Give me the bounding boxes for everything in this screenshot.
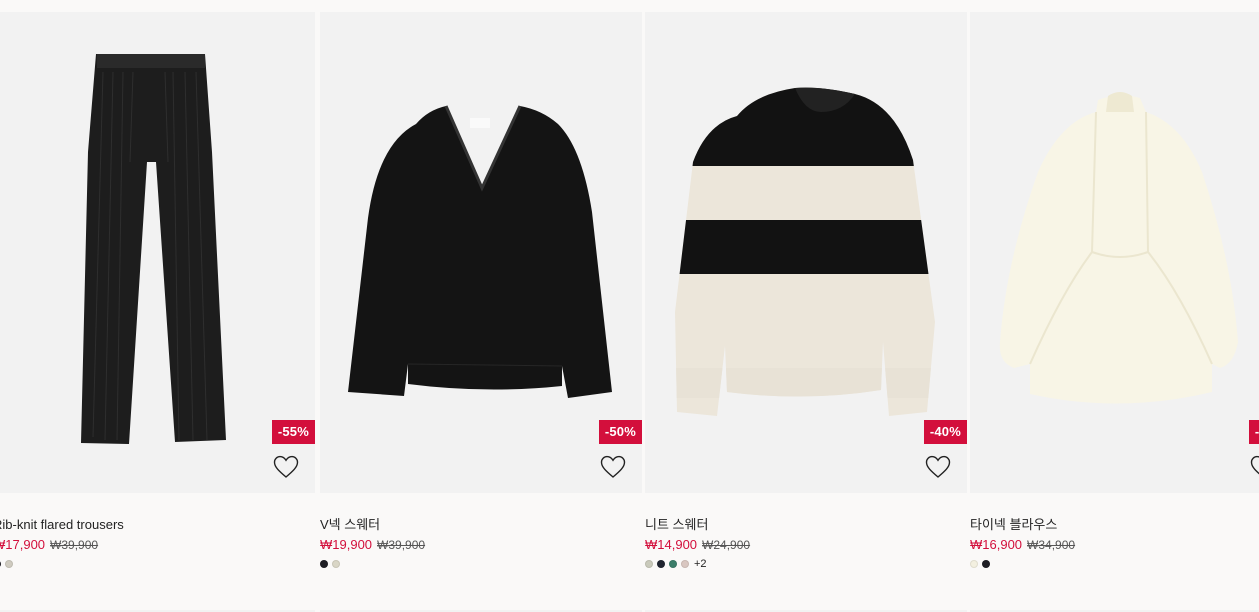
product-image-blouse xyxy=(999,92,1238,404)
product-card[interactable]: -50% V넥 스웨터 ₩19,900 ₩39,900 xyxy=(320,12,642,602)
original-price: ₩39,900 xyxy=(50,538,99,552)
discount-badge: -40% xyxy=(923,420,967,444)
product-card[interactable]: -52% 타이넥 블라우스 ₩16,900 ₩34,900 xyxy=(970,12,1259,602)
discount-badge: -55% xyxy=(271,420,315,444)
more-colors-count: +2 xyxy=(694,558,707,570)
discount-badge: -52% xyxy=(1248,420,1259,444)
price-row: ₩17,900 ₩39,900 xyxy=(0,537,315,553)
price-row: ₩19,900 ₩39,900 xyxy=(320,537,642,553)
product-info: 타이넥 블라우스 ₩16,900 ₩34,900 xyxy=(970,517,1259,569)
product-info: 니트 스웨터 ₩14,900 ₩24,900 +2 xyxy=(645,517,967,570)
sale-price: ₩19,900 xyxy=(320,537,373,552)
product-image-trousers xyxy=(81,54,226,444)
product-image[interactable]: -52% xyxy=(970,12,1259,493)
color-swatch[interactable] xyxy=(0,560,1,568)
product-title[interactable]: 타이넥 블라우스 xyxy=(970,517,1259,533)
product-title[interactable]: Rib-knit flared trousers xyxy=(0,517,315,533)
original-price: ₩34,900 xyxy=(1027,538,1076,552)
heart-outline-icon[interactable] xyxy=(925,455,951,479)
product-title[interactable]: 니트 스웨터 xyxy=(645,517,967,533)
product-image[interactable]: -55% xyxy=(0,12,315,493)
product-info: Rib-knit flared trousers ₩17,900 ₩39,900 xyxy=(0,517,315,569)
color-swatches xyxy=(320,559,642,569)
color-swatches: +2 xyxy=(645,558,967,570)
color-swatch[interactable] xyxy=(320,560,328,568)
product-card[interactable]: -40% 니트 스웨터 ₩14,900 ₩24,900 +2 xyxy=(645,12,967,602)
product-image-vneck-sweater xyxy=(348,105,612,398)
original-price: ₩39,900 xyxy=(377,538,426,552)
color-swatch[interactable] xyxy=(332,560,340,568)
sale-price: ₩17,900 xyxy=(0,537,46,552)
heart-outline-icon[interactable] xyxy=(1250,455,1259,479)
color-swatch[interactable] xyxy=(970,560,978,568)
color-swatches xyxy=(970,559,1259,569)
product-image[interactable]: -50% xyxy=(320,12,642,493)
heart-outline-icon[interactable] xyxy=(273,455,299,479)
color-swatch[interactable] xyxy=(681,560,689,568)
color-swatch[interactable] xyxy=(5,560,13,568)
color-swatch[interactable] xyxy=(645,560,653,568)
color-swatch[interactable] xyxy=(657,560,665,568)
price-row: ₩16,900 ₩34,900 xyxy=(970,537,1259,553)
original-price: ₩24,900 xyxy=(702,538,751,552)
product-info: V넥 스웨터 ₩19,900 ₩39,900 xyxy=(320,517,642,569)
color-swatches xyxy=(0,559,315,569)
discount-badge: -50% xyxy=(598,420,642,444)
color-swatch[interactable] xyxy=(982,560,990,568)
product-title[interactable]: V넥 스웨터 xyxy=(320,517,642,533)
sale-price: ₩14,900 xyxy=(645,537,698,552)
heart-outline-icon[interactable] xyxy=(600,455,626,479)
sale-price: ₩16,900 xyxy=(970,537,1023,552)
product-card[interactable]: -55% Rib-knit flared trousers ₩17,900 ₩39… xyxy=(0,12,315,602)
product-image-striped-sweater xyxy=(675,87,935,416)
color-swatch[interactable] xyxy=(669,560,677,568)
price-row: ₩14,900 ₩24,900 xyxy=(645,537,967,553)
product-image[interactable]: -40% xyxy=(645,12,967,493)
product-grid: -55% Rib-knit flared trousers ₩17,900 ₩39… xyxy=(0,12,1259,612)
